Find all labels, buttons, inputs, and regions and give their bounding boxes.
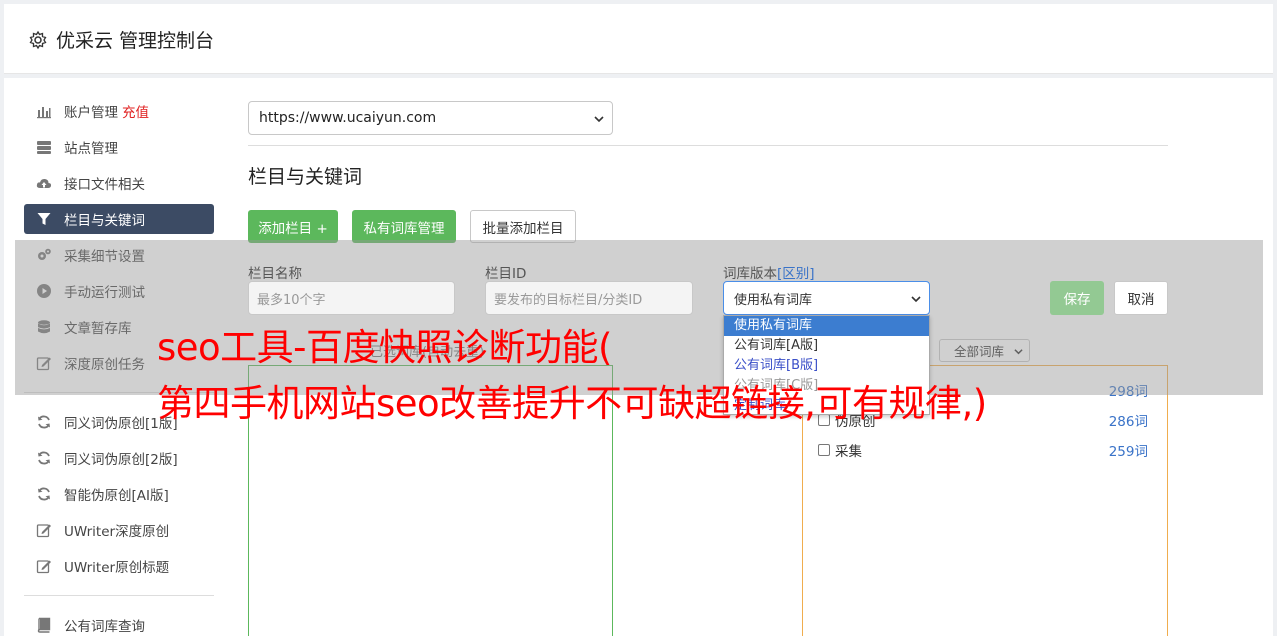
server-icon xyxy=(37,141,51,154)
sidebar-item-label: UWriter原创标题 xyxy=(64,560,170,576)
cancel-button[interactable]: 取消 xyxy=(1114,281,1168,315)
sidebar-item-label: 接口文件相关 xyxy=(64,177,145,193)
chevron-down-icon xyxy=(911,296,921,303)
refresh-icon xyxy=(38,415,50,429)
sidebar-item-sites[interactable]: 站点管理 xyxy=(24,132,214,162)
sidebar-item-label: 账户管理 xyxy=(64,105,118,121)
sidebar-item-label: UWriter深度原创 xyxy=(64,524,170,540)
column-name-label: 栏目名称 xyxy=(248,266,302,282)
edit-icon xyxy=(36,560,51,574)
sidebar-item-label: 站点管理 xyxy=(64,141,118,157)
column-name-input[interactable]: 最多10个字 xyxy=(248,281,455,315)
list-item[interactable]: 采集 259词 xyxy=(818,440,1150,460)
modal-overlay xyxy=(15,240,1263,395)
checkbox[interactable] xyxy=(818,444,830,456)
dropdown-option[interactable]: 使用私有词库 xyxy=(724,316,929,336)
list-item-label: 采集 xyxy=(835,444,862,460)
refresh-icon xyxy=(38,451,50,465)
gear-icon xyxy=(29,30,47,49)
divider xyxy=(248,145,1168,146)
add-column-button[interactable]: 添加栏目 + xyxy=(248,210,338,243)
site-select[interactable]: https://www.ucaiyun.com xyxy=(248,101,613,135)
refresh-icon xyxy=(38,487,50,501)
sidebar-item-ai-rewrite[interactable]: 智能伪原创[AI版] xyxy=(24,479,214,509)
sidebar-item-label: 智能伪原创[AI版] xyxy=(64,488,169,504)
save-button[interactable]: 保存 xyxy=(1050,281,1104,315)
column-id-label: 栏目ID xyxy=(485,266,527,282)
difference-link[interactable]: [区别] xyxy=(777,266,815,282)
version-label-text: 词库版本 xyxy=(723,266,777,282)
dropdown-option[interactable]: 公有词库[A版] xyxy=(724,336,929,356)
sidebar-divider xyxy=(24,595,214,596)
app-title: 优采云 管理控制台 xyxy=(28,26,214,53)
recharge-link[interactable]: 充值 xyxy=(122,101,149,121)
section-title: 栏目与关键词 xyxy=(248,166,363,188)
sidebar-item-columns-keywords[interactable]: 栏目与关键词 xyxy=(24,204,214,234)
version-select[interactable]: 使用私有词库 xyxy=(723,281,930,315)
sidebar-item-public-lib-query[interactable]: 公有词库查询 xyxy=(24,610,214,636)
bar-chart-icon xyxy=(37,107,51,119)
column-id-input[interactable]: 要发布的目标栏目/分类ID xyxy=(485,281,693,315)
sidebar-item-uwriter-deep[interactable]: UWriter深度原创 xyxy=(24,515,214,545)
sidebar-item-label: 栏目与关键词 xyxy=(64,213,145,229)
list-item-count: 286词 xyxy=(1108,414,1148,430)
filter-icon xyxy=(37,213,51,225)
sidebar-item-label: 公有词库查询 xyxy=(64,619,145,635)
sidebar-item-uwriter-title[interactable]: UWriter原创标题 xyxy=(24,551,214,581)
cloud-upload-icon xyxy=(36,178,52,188)
site-select-value: https://www.ucaiyun.com xyxy=(259,110,437,126)
private-lib-button[interactable]: 私有词库管理 xyxy=(352,210,456,243)
sidebar-item-synonym-v2[interactable]: 同义词伪原创[2版] xyxy=(24,443,214,473)
app-title-text: 优采云 管理控制台 xyxy=(56,30,215,52)
version-select-value: 使用私有词库 xyxy=(734,292,813,308)
version-label: 词库版本[区别] xyxy=(723,262,815,282)
chevron-down-icon xyxy=(594,116,604,123)
sidebar-item-account[interactable]: 账户管理 充值 xyxy=(24,96,214,126)
sidebar-item-label: 同义词伪原创[2版] xyxy=(64,452,178,468)
sidebar-item-interface-files[interactable]: 接口文件相关 xyxy=(24,168,214,198)
list-item-count: 259词 xyxy=(1108,444,1148,460)
edit-icon xyxy=(36,524,51,538)
watermark-line-2: 第四手机网站seo改善提升不可缺超链接,可有规律,) xyxy=(157,382,987,425)
top-bar: 优采云 管理控制台 xyxy=(4,4,1273,74)
dropdown-option[interactable]: 公有词库[B版] xyxy=(724,356,929,376)
book-icon xyxy=(37,617,51,633)
watermark-line-1: seo工具-百度快照诊断功能( xyxy=(157,326,612,369)
batch-add-button[interactable]: 批量添加栏目 xyxy=(470,210,576,243)
